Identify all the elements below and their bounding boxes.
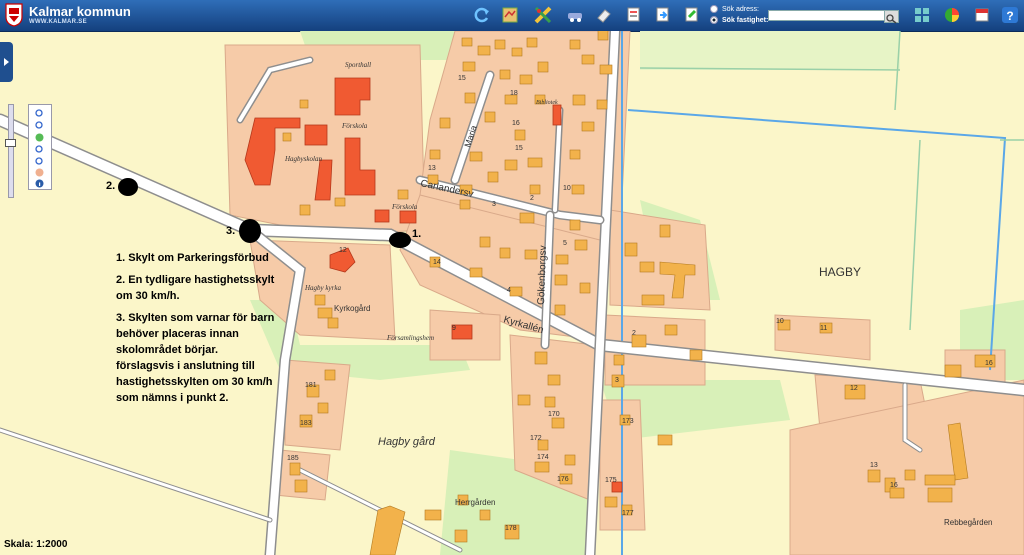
svg-text:170: 170 (548, 411, 560, 418)
svg-text:176: 176 (557, 476, 569, 483)
svg-text:172: 172 (530, 435, 542, 442)
label-forskola-1: Förskola (341, 122, 368, 130)
search-property-label: Sök fastighet: (722, 16, 769, 24)
vehicle-icon[interactable] (565, 5, 585, 25)
svg-text:3: 3 (615, 377, 619, 384)
svg-text:178: 178 (505, 525, 517, 532)
label-forsamlingshem: Församlingshem (386, 334, 434, 342)
svg-text:15: 15 (458, 75, 466, 82)
svg-text:173: 173 (622, 418, 634, 425)
draw-icon[interactable] (682, 5, 702, 25)
label-herrgarden: Herrgården (455, 498, 495, 507)
search-button[interactable] (884, 10, 899, 24)
svg-text:12: 12 (339, 247, 347, 254)
help-icon[interactable]: ? (1000, 5, 1020, 25)
svg-text:15: 15 (515, 145, 523, 152)
search-property-radio[interactable] (710, 16, 718, 24)
zoom-out-icon[interactable] (35, 121, 44, 130)
label-hagby-kyrka: Hagby kyrka (304, 284, 341, 292)
svg-text:16: 16 (890, 482, 898, 489)
info-icon[interactable] (35, 179, 44, 188)
parcel (284, 359, 351, 451)
eraser-icon[interactable] (594, 5, 614, 25)
search-icon (886, 14, 897, 24)
street-gokenborgsv: Gökenborgsv (536, 245, 549, 305)
side-panel-toggle[interactable] (0, 42, 13, 82)
grid-icon[interactable] (912, 5, 932, 25)
svg-text:5: 5 (563, 240, 567, 247)
label-rebbegarden: Rebbegården (944, 518, 992, 527)
note-3: 3. Skylten som varnar för barn behöver p… (116, 312, 275, 404)
marker-1[interactable] (389, 232, 411, 248)
label-hagbyskolan: Hagbyskolan (284, 155, 322, 163)
marker-3[interactable] (239, 219, 261, 243)
zoom-box-in-icon[interactable] (35, 145, 44, 154)
marker-2-label: 2. (106, 180, 116, 192)
svg-text:185: 185 (287, 455, 299, 462)
search-input[interactable] (768, 10, 886, 21)
svg-text:175: 175 (605, 477, 617, 484)
svg-text:18: 18 (510, 90, 518, 97)
label-hagby: HAGBY (819, 265, 861, 279)
annotation-notes: 1. Skylt om Parkeringsförbud 2. En tydli… (116, 250, 276, 412)
svg-text:181: 181 (305, 382, 317, 389)
search-address-option[interactable]: Sök adress: (710, 5, 759, 13)
svg-text:?: ? (1006, 9, 1013, 23)
svg-text:183: 183 (300, 420, 312, 427)
svg-text:11: 11 (820, 325, 827, 332)
measure-tools-icon[interactable] (533, 5, 553, 25)
zoom-slider-handle[interactable] (5, 139, 16, 147)
label-bibliotek: Bibliotek (536, 100, 558, 106)
marker-1-label: 1. (412, 228, 422, 240)
zoom-box-out-icon[interactable] (35, 157, 44, 166)
search-address-label: Sök adress: (722, 5, 759, 13)
export-icon[interactable] (653, 5, 673, 25)
label-kyrkogard: Kyrkogård (334, 304, 370, 313)
zoom-slider[interactable] (8, 104, 14, 198)
top-toolbar: Kalmar kommun WWW.KALMAR.SE Sök adress: … (0, 0, 1024, 32)
svg-text:177: 177 (622, 510, 634, 517)
kalmar-logo-icon (5, 3, 23, 27)
svg-text:3: 3 (492, 201, 496, 208)
svg-text:2: 2 (632, 330, 636, 337)
svg-text:4: 4 (507, 287, 511, 294)
svg-text:14: 14 (433, 259, 441, 266)
search-address-radio[interactable] (710, 5, 718, 13)
svg-text:16: 16 (985, 360, 993, 367)
bookmark-icon[interactable] (972, 5, 992, 25)
map-scale: Skala: 1:2000 (4, 539, 68, 550)
map-tools-panel (28, 104, 52, 190)
brand-url: WWW.KALMAR.SE (29, 19, 87, 25)
label-hagby-gard: Hagby gård (378, 436, 436, 448)
svg-text:174: 174 (537, 454, 549, 461)
label-sporthall: Sporthall (345, 61, 371, 69)
svg-text:9: 9 (452, 325, 456, 332)
svg-text:10: 10 (563, 185, 571, 192)
parcel (274, 449, 331, 501)
globe-icon[interactable] (35, 133, 44, 142)
green-area (640, 31, 900, 70)
search-property-option[interactable]: Sök fastighet: (710, 16, 768, 24)
svg-text:12: 12 (850, 385, 858, 392)
svg-text:10: 10 (776, 318, 784, 325)
svg-text:13: 13 (428, 165, 436, 172)
refresh-icon[interactable] (472, 5, 492, 25)
svg-text:13: 13 (870, 462, 878, 469)
svg-text:2: 2 (530, 195, 534, 202)
zoom-in-icon[interactable] (35, 109, 44, 118)
map-layers-icon[interactable] (500, 5, 520, 25)
note-2: 2. En tydligare hastighetsskylt om 30 km… (116, 274, 275, 302)
svg-text:16: 16 (512, 120, 520, 127)
marker-3-label: 3. (226, 225, 236, 237)
select-icon[interactable] (35, 168, 44, 177)
brand-name[interactable]: Kalmar kommun (29, 4, 131, 19)
chart-icon[interactable] (942, 5, 962, 25)
note-1: 1. Skylt om Parkeringsförbud (116, 252, 269, 264)
print-icon[interactable] (624, 5, 644, 25)
marker-2[interactable] (118, 178, 138, 196)
label-forskola-2: Förskola (391, 203, 418, 211)
